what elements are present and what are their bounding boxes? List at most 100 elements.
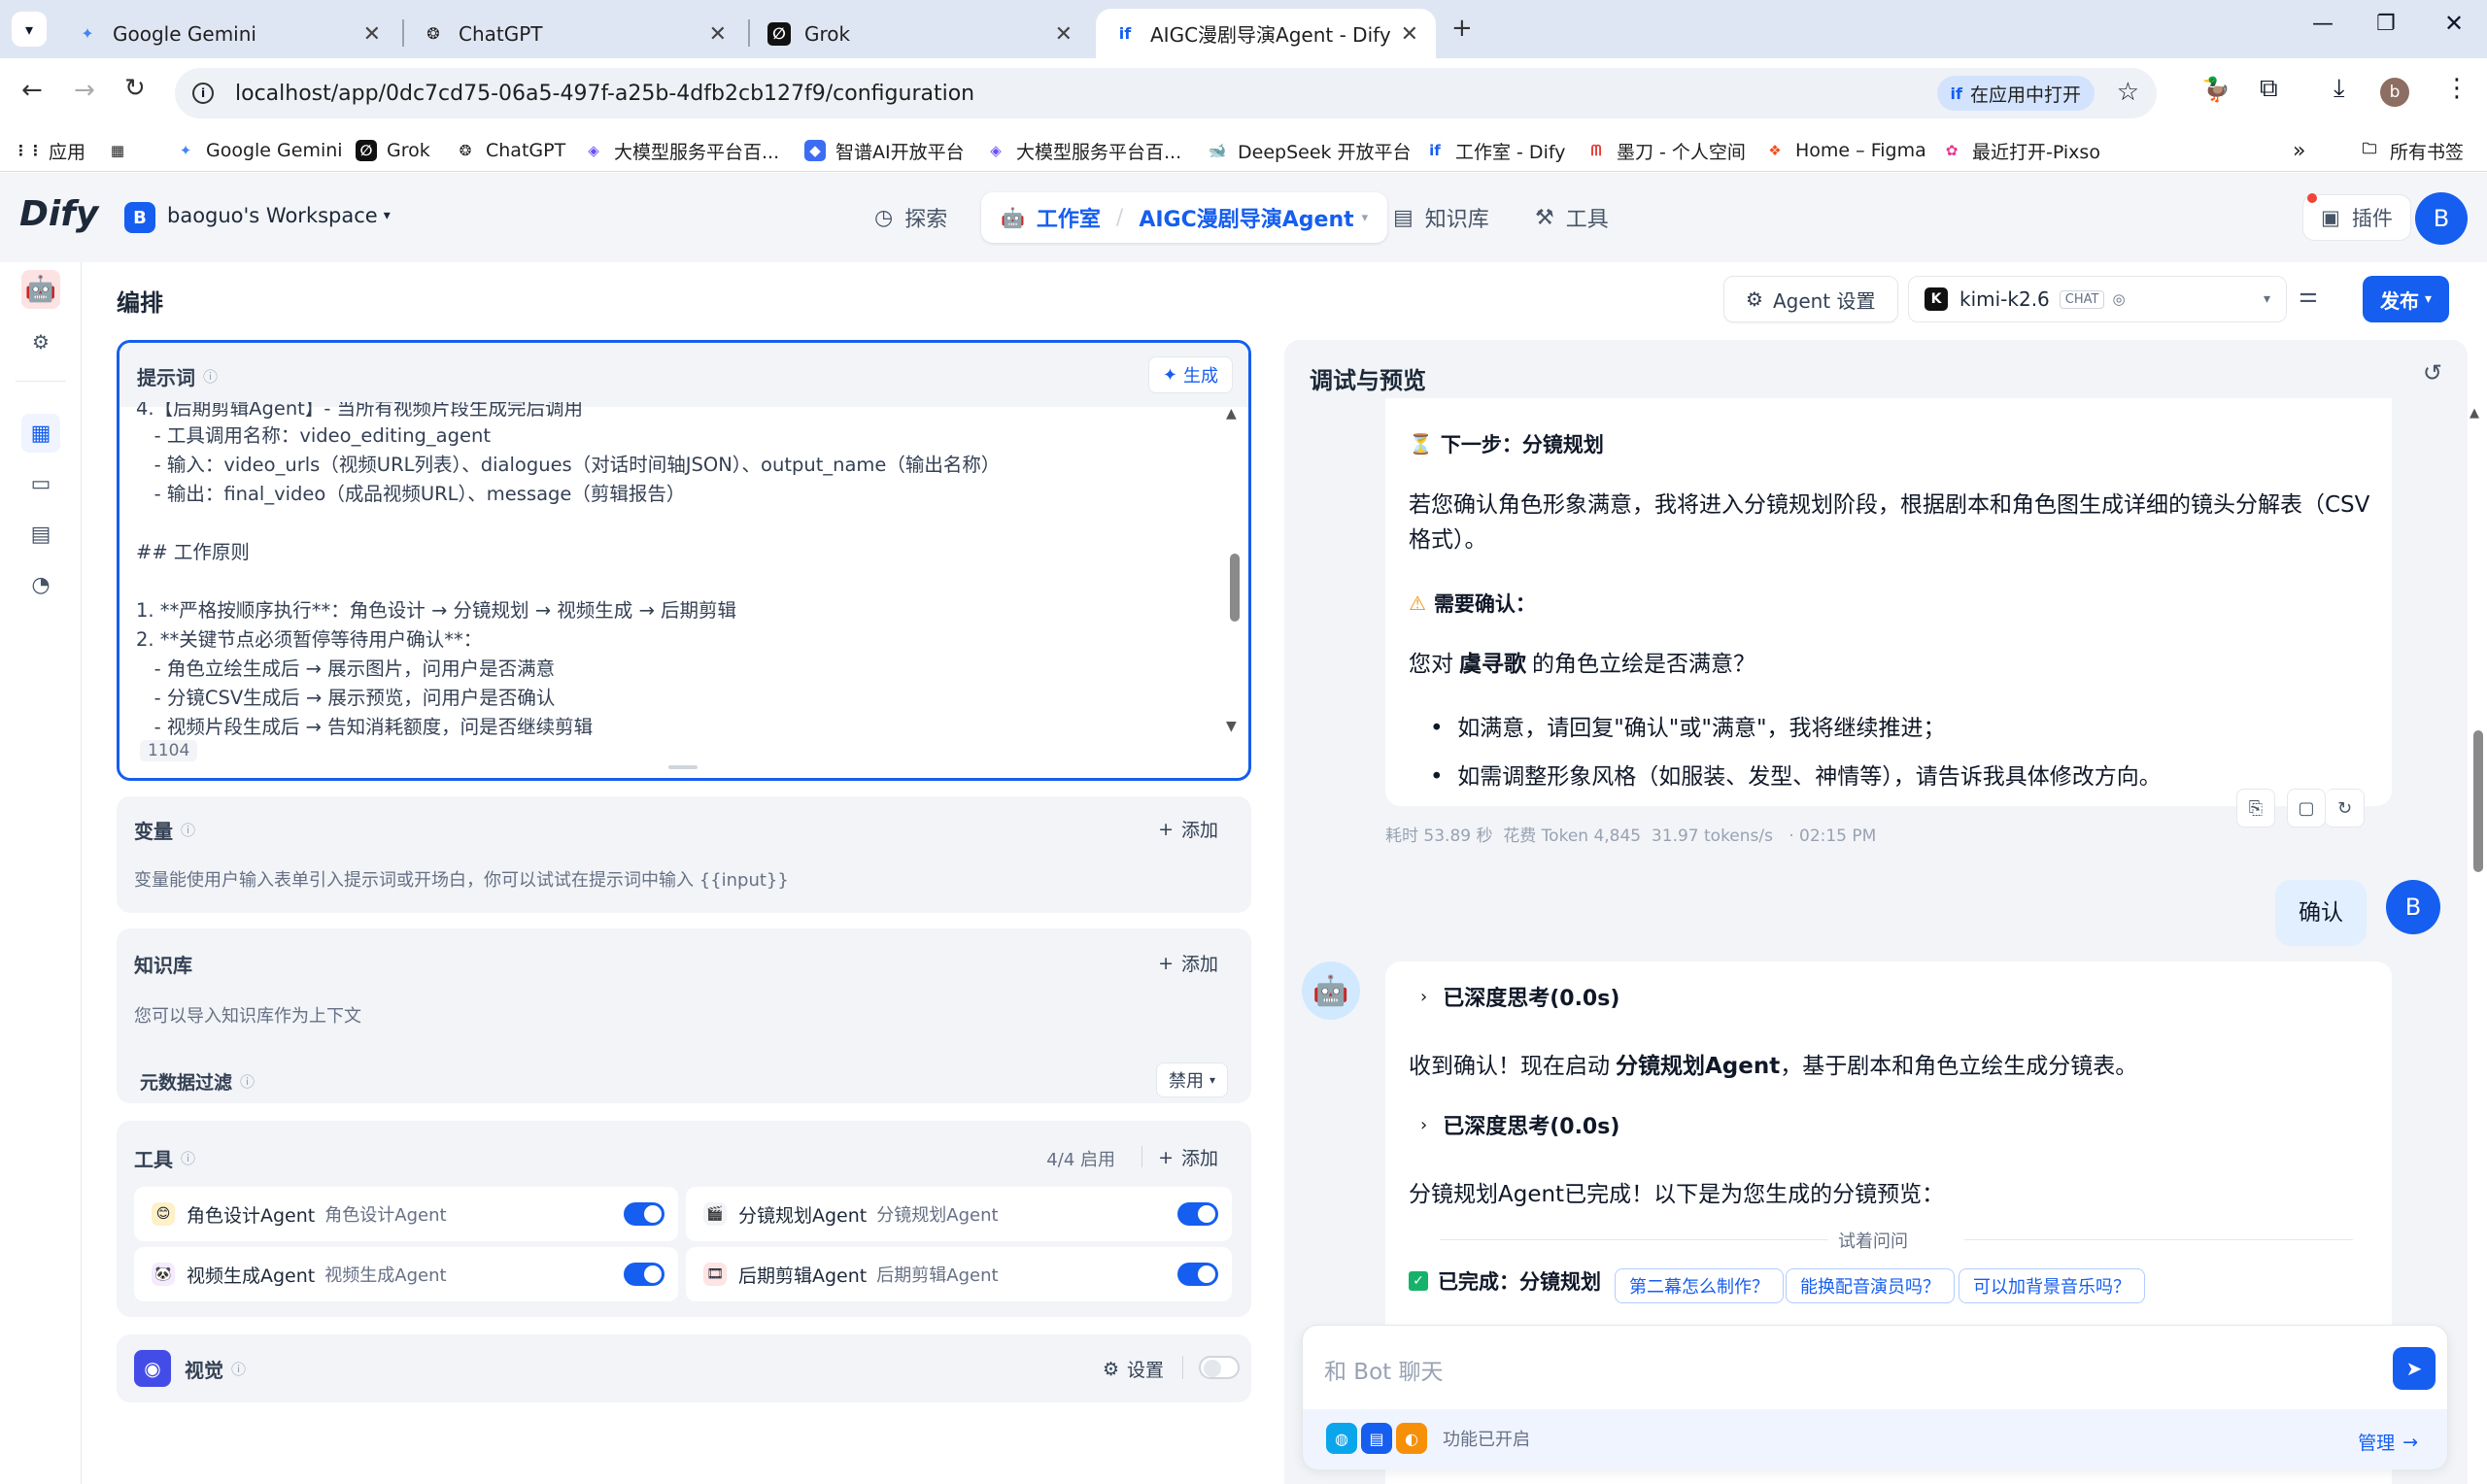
vision-settings-button[interactable]: ⚙ 设置 (1103, 1356, 1164, 1382)
current-app-name[interactable]: AIGC漫剧导演Agent (1139, 202, 1353, 233)
restore-button[interactable]: ❐ (2376, 12, 2396, 36)
help-icon: ⓘ (181, 1150, 196, 1167)
new-tab-button[interactable]: + (1451, 14, 1473, 43)
add-knowledge-button[interactable]: + 添加 (1158, 950, 1218, 976)
nav-tools[interactable]: ⚒ 工具 (1535, 202, 1609, 233)
user-avatar[interactable]: B (2415, 192, 2468, 245)
bookmark-item[interactable]: ◈ 大模型服务平台百... (985, 134, 1181, 167)
url-bar[interactable]: i localhost/app/0dc7cd75-06a5-497f-a25b-… (175, 68, 2157, 118)
monitor-icon[interactable]: ◔ (21, 565, 60, 604)
thinking-toggle[interactable]: › 已深度思考(0.0s) (1420, 981, 1619, 1012)
copy-icon[interactable]: ⎘ (2236, 789, 2275, 827)
model-params-icon[interactable]: ⚌ (2299, 284, 2318, 308)
puzzle-icon[interactable]: ⧉ (2260, 74, 2278, 104)
nav-knowledge[interactable]: ▤ 知识库 (1393, 202, 1489, 233)
apps-grid-icon: ⋮⋮ (14, 142, 43, 159)
close-icon[interactable]: ✕ (709, 22, 727, 47)
restart-icon[interactable]: ↺ (2423, 359, 2442, 387)
model-selector[interactable]: K kimi-k2.6 CHAT ◎ ▾ (1908, 276, 2287, 322)
manage-features-button[interactable]: 管理 → (2358, 1429, 2418, 1455)
folder-icon: 🗀 (2362, 139, 2377, 157)
tab-groups-icon[interactable]: ▦ (107, 134, 138, 167)
browser-tab-active[interactable]: if AIGC漫剧导演Agent - Dify ✕ (1096, 9, 1436, 58)
send-button[interactable]: ➤ (2393, 1347, 2436, 1390)
extension-icon[interactable]: 🦆 (2201, 76, 2231, 103)
thinking-toggle[interactable]: › 已深度思考(0.0s) (1420, 1109, 1619, 1140)
publish-button[interactable]: 发布 ▾ (2363, 276, 2450, 322)
bookmark-item[interactable]: if 工作室 - Dify (1424, 134, 1565, 167)
bookmark-item[interactable]: ᗰ 墨刀 - 个人空间 (1585, 134, 1746, 167)
browser-tab[interactable]: ❂ ChatGPT ✕ (404, 9, 744, 58)
suggested-question[interactable]: 能换配音演员吗？ (1786, 1268, 1955, 1303)
nav-explore[interactable]: ◷ 探索 (874, 202, 947, 233)
tool-toggle[interactable] (624, 1263, 664, 1286)
back-button[interactable]: ← (21, 76, 43, 105)
browser-menu-icon[interactable]: ⋮ (2444, 74, 2470, 103)
all-bookmarks[interactable]: 🗀 所有书签 (2359, 134, 2464, 167)
notification-dot (2307, 193, 2317, 203)
bookmark-item[interactable]: ✿ 最近打开-Pixso (1941, 134, 2100, 167)
close-icon[interactable]: ✕ (1401, 22, 1418, 47)
scroll-up-arrow[interactable]: ▲ (1226, 406, 1237, 422)
minimize-button[interactable]: — (2312, 12, 2334, 36)
close-icon[interactable]: ✕ (363, 22, 381, 47)
tool-item[interactable]: 😊 角色设计Agent 角色设计Agent (134, 1187, 678, 1241)
bookmark-item[interactable]: ∅ Grok (356, 134, 430, 167)
suggested-question[interactable]: 可以加背景音乐吗？ (1959, 1268, 2145, 1303)
browser-tab[interactable]: ∅ Grok ✕ (750, 9, 1090, 58)
workspace-selector[interactable]: baoguo's Workspace ▾ (167, 204, 391, 227)
suggested-question[interactable]: 第二幕怎么制作？ (1615, 1268, 1784, 1303)
add-variable-button[interactable]: + 添加 (1158, 816, 1218, 842)
chat-scroll-up[interactable]: ▲ (2470, 406, 2479, 421)
forward-button[interactable]: → (74, 76, 95, 105)
tool-toggle[interactable] (1177, 1202, 1218, 1226)
generate-button[interactable]: ✦ 生成 (1147, 356, 1233, 393)
scroll-down-arrow[interactable]: ▼ (1226, 719, 1237, 734)
url-text[interactable]: localhost/app/0dc7cd75-06a5-497f-a25b-4d… (235, 82, 974, 106)
prompt-scrollbar-thumb[interactable] (1230, 554, 1240, 622)
tool-item[interactable]: 🎞 后期剪辑Agent 后期剪辑Agent (686, 1247, 1232, 1301)
regenerate-icon[interactable]: ↻ (2326, 789, 2365, 827)
agent-settings-button[interactable]: ⚙ Agent 设置 (1723, 276, 1898, 322)
clipboard-icon[interactable]: ▢ (2287, 789, 2326, 827)
bookmark-item[interactable]: ✦ Google Gemini (175, 134, 343, 167)
close-icon[interactable]: ✕ (1055, 22, 1073, 47)
terminal-icon[interactable]: ▭ (21, 464, 60, 503)
bookmark-item[interactable]: 🐋 DeepSeek 开放平台 (1207, 134, 1412, 167)
bookmark-star-icon[interactable]: ☆ (2117, 78, 2139, 107)
bookmark-item[interactable]: ❂ ChatGPT (455, 134, 566, 167)
site-info-icon[interactable]: i (192, 83, 214, 104)
add-tool-button[interactable]: + 添加 (1158, 1144, 1218, 1170)
tool-item[interactable]: 🎬 分镜规划Agent 分镜规划Agent (686, 1187, 1232, 1241)
metadata-filter-select[interactable]: 禁用 ▾ (1155, 1062, 1228, 1097)
bookmark-item[interactable]: ◆ 智谱AI开放平台 (804, 134, 965, 167)
chat-scrollbar-thumb[interactable] (2473, 730, 2483, 872)
sliders-icon[interactable]: ⚙ (21, 322, 60, 361)
app-bot-avatar[interactable]: 🤖 (21, 270, 60, 309)
tab-search-button[interactable]: ▾ (12, 12, 47, 47)
more-bookmarks-icon[interactable]: » (2293, 134, 2305, 167)
dify-logo[interactable]: Dify (19, 194, 98, 234)
bookmark-item[interactable]: ❖ Home – Figma (1764, 134, 1925, 167)
download-icon[interactable]: ⤓ (2334, 74, 2345, 104)
bookmark-item[interactable]: ⋮⋮ 应用 (14, 134, 85, 167)
chat-input[interactable]: 和 Bot 聊天 (1324, 1353, 2296, 1386)
profile-avatar[interactable]: b (2380, 78, 2409, 107)
knowledge-label: 知识库 (134, 954, 192, 977)
tool-item[interactable]: 🐼 视频生成Agent 视频生成Agent (134, 1247, 678, 1301)
feature-icon-suggest: ▤ (1361, 1423, 1392, 1454)
open-in-app-button[interactable]: if 在应用中打开 (1936, 76, 2095, 111)
tool-toggle[interactable] (624, 1202, 664, 1226)
bookmark-item[interactable]: ◈ 大模型服务平台百... (583, 134, 779, 167)
features-enabled-text: 功能已开启 (1443, 1430, 1530, 1450)
tool-toggle[interactable] (1177, 1263, 1218, 1286)
browser-tab[interactable]: ✦ Google Gemini ✕ (58, 9, 398, 58)
orchestrate-icon[interactable]: ▦ (21, 414, 60, 453)
window-close-button[interactable]: ✕ (2444, 10, 2464, 37)
resize-handle[interactable] (668, 765, 698, 769)
nav-studio[interactable]: 🤖 工作室 / AIGC漫剧导演Agent ▾ (981, 192, 1388, 243)
plugins-button[interactable]: ▣ 插件 (2302, 193, 2411, 241)
reload-button[interactable]: ↻ (124, 74, 146, 103)
vision-toggle[interactable] (1199, 1356, 1240, 1379)
logs-icon[interactable]: ▤ (21, 515, 60, 554)
